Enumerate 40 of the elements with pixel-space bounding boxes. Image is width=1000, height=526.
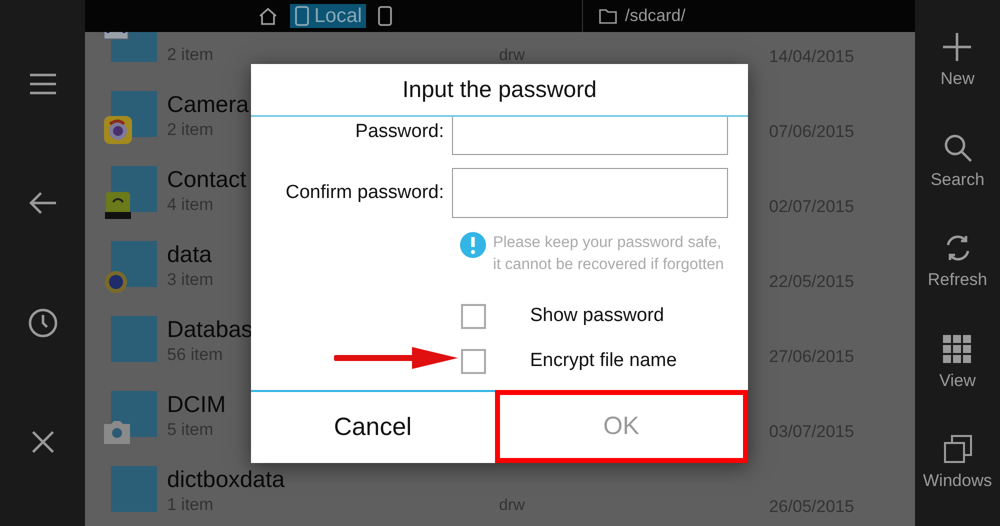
toolbar-button[interactable]: Windows [923,434,992,494]
dialog-title: Input the password [402,75,597,104]
dialog-button[interactable]: Cancel [251,392,494,463]
location-label: Local [314,4,362,29]
gear-badge-icon [103,268,129,294]
folder-name: Contact [167,164,246,194]
checkbox[interactable] [461,349,486,374]
path-text: /sdcard/ [625,5,686,28]
checkbox[interactable] [461,304,486,329]
grid-icon [942,334,972,364]
folder-name: data [167,240,212,268]
toolbar-button[interactable]: Search [930,132,984,192]
toolbar-button[interactable]: Refresh [928,233,988,293]
folder-icon [109,464,159,512]
folder-icon [599,8,617,24]
password-field[interactable] [452,168,728,218]
field-label: Password: [354,120,445,144]
folder-name: Camera [167,90,249,118]
drive-badge-icon [103,190,133,220]
field-label: Confirm password: [284,180,445,205]
search-icon [942,132,972,163]
folder-name: DCIM [167,390,226,418]
option-label: Show password [530,304,664,328]
warning-note: Please keep your password safe, it cannot be recovered if forgotten [493,233,724,275]
info-icon [460,232,486,258]
home-icon[interactable] [258,6,278,26]
folder-icon [109,314,159,362]
toolbar-button[interactable]: New [940,32,974,92]
phone-icon[interactable] [378,6,392,26]
password-field[interactable] [452,117,728,155]
clock-icon[interactable] [26,306,58,339]
option-label: Encrypt file name [530,349,677,374]
tablet-icon [294,6,310,26]
plus-icon [942,32,972,62]
folder-name: dictboxdata [167,464,285,494]
location-tab[interactable]: Local [290,4,366,28]
windows-icon [942,434,972,464]
folder-name: Databas [167,314,253,344]
app-badge-icon [103,114,133,144]
toolbar-button[interactable]: View [939,334,976,394]
